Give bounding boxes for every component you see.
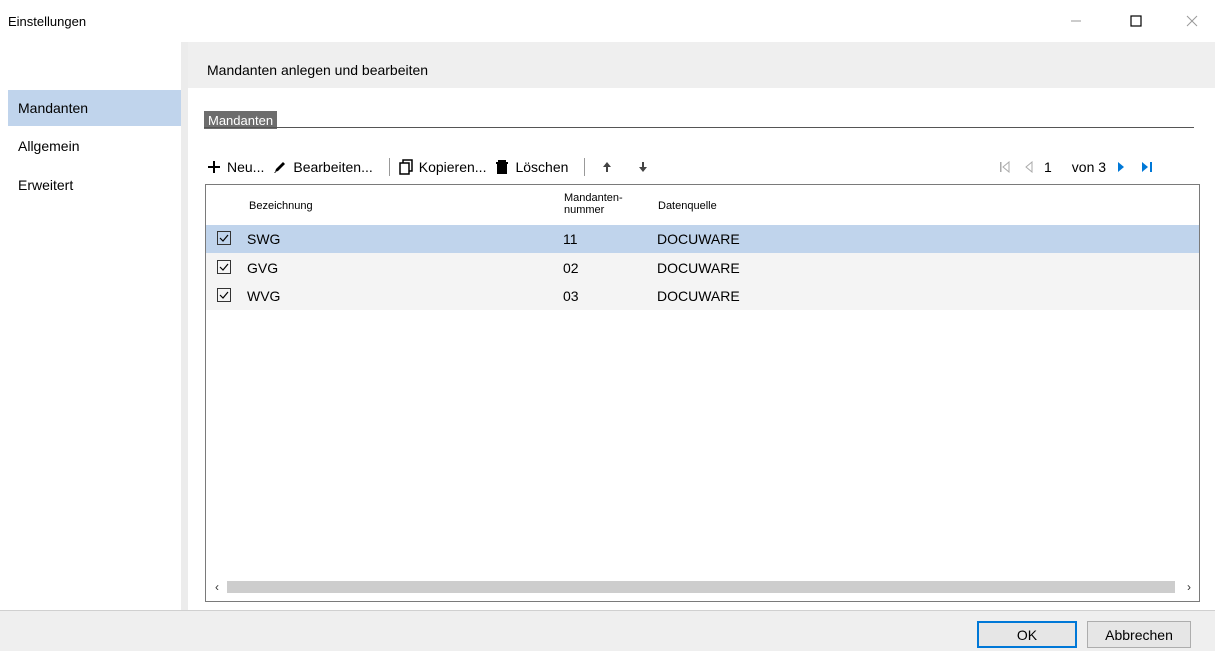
first-page-button[interactable]	[996, 158, 1014, 176]
sidebar-item-erweitert[interactable]: Erweitert	[8, 167, 181, 203]
page-title: Mandanten anlegen und bearbeiten	[207, 62, 429, 78]
maximize-icon	[1130, 15, 1142, 27]
scrollbar-thumb[interactable]	[227, 581, 1175, 593]
last-page-button[interactable]	[1138, 158, 1156, 176]
ok-button[interactable]: OK	[977, 621, 1077, 648]
group-divider	[204, 127, 1194, 128]
column-header-line: Mandanten-	[564, 192, 623, 204]
cell-name: GVG	[247, 260, 279, 276]
sidebar-item-label: Mandanten	[18, 100, 89, 116]
copy-button-label: Kopieren...	[418, 159, 487, 175]
toolbar-separator	[584, 158, 586, 176]
prev-page-button[interactable]	[1020, 158, 1038, 176]
move-down-button[interactable]	[635, 159, 651, 175]
cell-source: DOCUWARE	[657, 288, 740, 304]
toolbar-separator	[388, 158, 390, 176]
cell-number: 02	[563, 260, 579, 276]
prev-page-icon	[1025, 161, 1033, 173]
content-header: Mandanten anlegen und bearbeiten	[188, 42, 1215, 88]
column-header-datenquelle[interactable]: Datenquelle	[658, 200, 717, 212]
window-title: Einstellungen	[8, 14, 87, 29]
pager: 1 von 3	[996, 155, 1156, 179]
checkmark-icon	[219, 291, 229, 299]
horizontal-scrollbar[interactable]: ‹ ›	[206, 575, 1199, 601]
cell-number: 03	[563, 288, 579, 304]
sidebar-item-label: Erweitert	[18, 177, 74, 193]
arrow-down-icon	[635, 159, 651, 175]
toolbar: Neu... Bearbeiten... Kopieren... Löschen	[206, 155, 659, 179]
close-icon	[1186, 15, 1198, 27]
plus-icon	[206, 159, 222, 175]
sidebar-item-mandanten[interactable]: Mandanten	[8, 90, 181, 126]
trash-icon	[494, 159, 510, 175]
cell-name: WVG	[247, 288, 281, 304]
new-button[interactable]: Neu...	[206, 159, 264, 175]
scroll-left-icon[interactable]: ‹	[210, 579, 224, 595]
edit-button-label: Bearbeiten...	[293, 159, 373, 175]
column-header-bezeichnung[interactable]: Bezeichnung	[249, 200, 313, 212]
minimize-button[interactable]	[1053, 0, 1099, 42]
cell-name: SWG	[247, 231, 281, 247]
next-page-icon	[1118, 162, 1125, 172]
sidebar-item-allgemein[interactable]: Allgemein	[8, 128, 181, 164]
copy-button[interactable]: Kopieren...	[398, 159, 487, 175]
next-page-button[interactable]	[1112, 158, 1130, 176]
splitter	[181, 42, 188, 610]
current-page[interactable]: 1	[1044, 159, 1052, 175]
delete-button-label: Löschen	[515, 159, 569, 175]
row-checkbox[interactable]	[217, 260, 231, 274]
pencil-icon	[272, 159, 288, 175]
table-header: Bezeichnung Mandanten- nummer Datenquell…	[206, 185, 1199, 225]
main-content: Mandanten anlegen und bearbeiten Mandant…	[188, 42, 1215, 610]
last-page-icon	[1142, 162, 1153, 172]
maximize-button[interactable]	[1113, 0, 1159, 42]
checkmark-icon	[219, 234, 229, 242]
minimize-icon	[1071, 20, 1081, 22]
column-header-line: nummer	[564, 204, 605, 216]
row-checkbox[interactable]	[217, 231, 231, 245]
title-bar: Einstellungen	[0, 0, 1215, 42]
table-row[interactable]: SWG 11 DOCUWARE	[206, 225, 1199, 253]
cell-number: 11	[563, 231, 578, 247]
sidebar: Mandanten Allgemein Erweitert	[0, 42, 181, 610]
column-header-mandantennummer[interactable]: Mandanten- nummer	[564, 192, 623, 216]
page-total: von 3	[1071, 159, 1107, 175]
edit-button[interactable]: Bearbeiten...	[272, 159, 373, 175]
cancel-button[interactable]: Abbrechen	[1087, 621, 1191, 648]
new-button-label: Neu...	[227, 159, 265, 175]
mandanten-table: Bezeichnung Mandanten- nummer Datenquell…	[205, 184, 1200, 602]
cell-source: DOCUWARE	[657, 260, 740, 276]
arrow-up-icon	[599, 159, 615, 175]
move-up-button[interactable]	[599, 159, 615, 175]
dialog-footer: OK Abbrechen	[0, 610, 1215, 651]
sidebar-item-label: Allgemein	[18, 138, 80, 154]
checkmark-icon	[219, 263, 229, 271]
table-row[interactable]: GVG 02 DOCUWARE	[206, 254, 1199, 282]
delete-button[interactable]: Löschen	[494, 159, 568, 175]
copy-icon	[398, 159, 414, 175]
close-button[interactable]	[1169, 0, 1215, 42]
row-checkbox[interactable]	[217, 288, 231, 302]
scroll-right-icon[interactable]: ›	[1182, 579, 1196, 595]
table-row[interactable]: WVG 03 DOCUWARE	[206, 282, 1199, 310]
first-page-icon	[1000, 161, 1010, 173]
cell-source: DOCUWARE	[657, 231, 740, 247]
